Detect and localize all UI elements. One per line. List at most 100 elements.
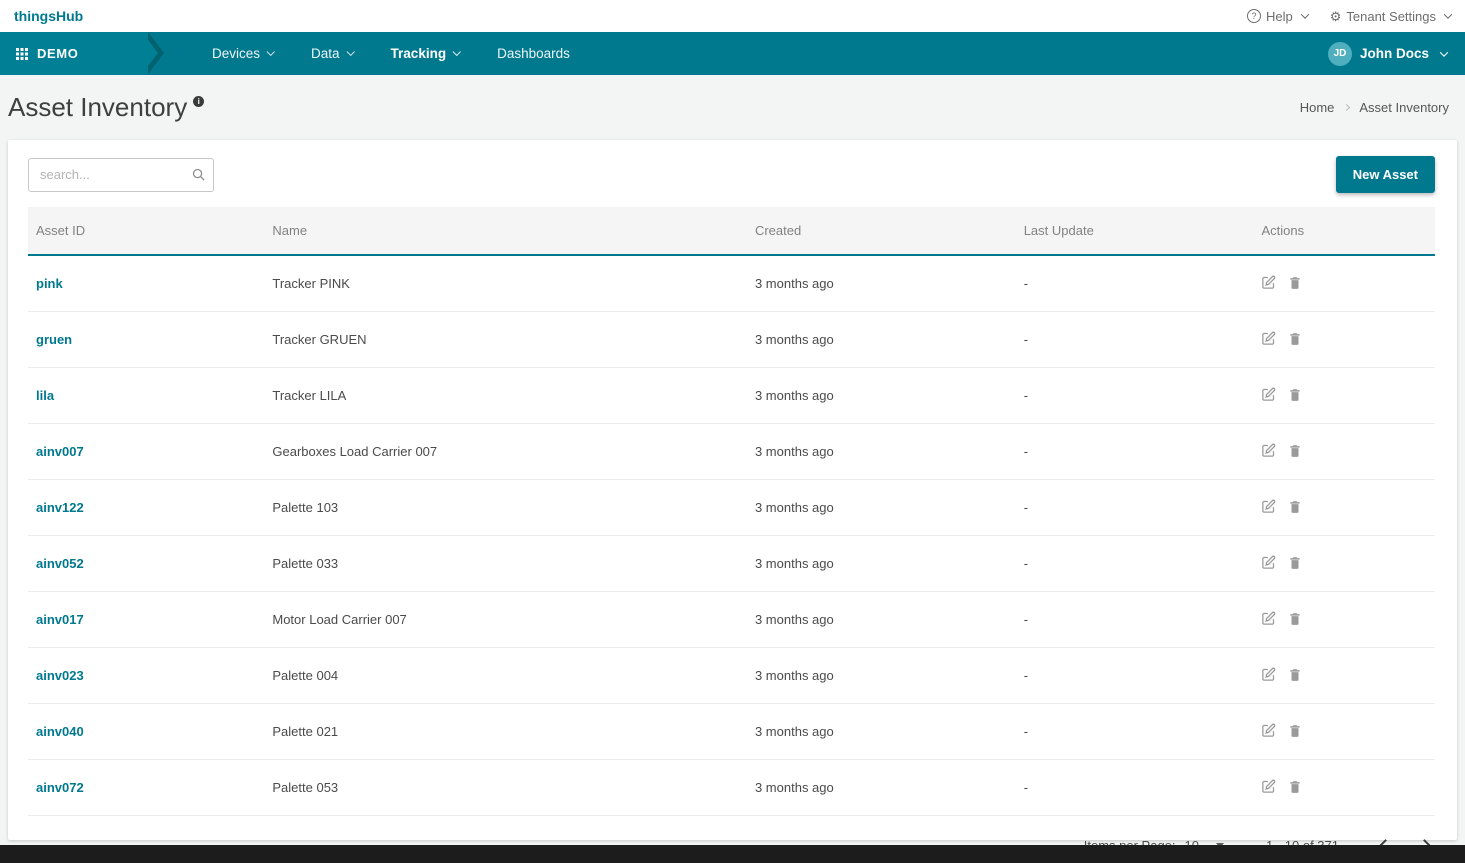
asset-table-wrap: Asset ID Name Created Last Update Action… (8, 207, 1457, 816)
created-cell: 3 months ago (747, 648, 1016, 704)
asset-id-link[interactable]: lila (36, 388, 54, 403)
search-input[interactable] (28, 158, 214, 192)
delete-icon[interactable] (1288, 499, 1302, 514)
nav-item-data[interactable]: Data (311, 46, 353, 61)
table-row: ainv007Gearboxes Load Carrier 0073 month… (28, 424, 1435, 480)
asset-id-link[interactable]: gruen (36, 332, 72, 347)
edit-icon[interactable] (1261, 443, 1276, 458)
breadcrumb-home[interactable]: Home (1300, 100, 1335, 115)
edit-icon[interactable] (1261, 387, 1276, 402)
asset-name-cell: Motor Load Carrier 007 (264, 592, 747, 648)
last-update-cell: - (1016, 480, 1254, 536)
asset-name-cell: Tracker LILA (264, 368, 747, 424)
last-update-cell: - (1016, 592, 1254, 648)
last-update-cell: - (1016, 424, 1254, 480)
asset-name-cell: Palette 021 (264, 704, 747, 760)
table-row: ainv023 Palette 0043 months ago- (28, 648, 1435, 704)
asset-name-cell: Tracker PINK (264, 255, 747, 312)
main-navbar: DEMO Devices Data Tracking Dashboards JD… (0, 32, 1465, 75)
nav-item-tracking[interactable]: Tracking (391, 46, 460, 61)
delete-icon[interactable] (1288, 275, 1302, 290)
edit-icon[interactable] (1261, 667, 1276, 682)
tenant-tab[interactable]: DEMO (0, 32, 148, 75)
asset-id-link[interactable]: ainv072 (36, 780, 84, 795)
asset-table: Asset ID Name Created Last Update Action… (28, 207, 1435, 816)
delete-icon[interactable] (1288, 331, 1302, 346)
last-update-cell: - (1016, 368, 1254, 424)
asset-id-link[interactable]: ainv052 (36, 556, 84, 571)
table-row: pinkTracker PINK3 months ago- (28, 255, 1435, 312)
new-asset-button[interactable]: New Asset (1336, 156, 1435, 193)
chevron-down-icon (453, 47, 461, 55)
help-label: Help (1266, 9, 1293, 24)
delete-icon[interactable] (1288, 555, 1302, 570)
chevron-down-icon (1444, 10, 1452, 18)
table-header-row: Asset ID Name Created Last Update Action… (28, 207, 1435, 255)
created-cell: 3 months ago (747, 255, 1016, 312)
edit-icon[interactable] (1261, 499, 1276, 514)
page-head: Asset Inventory i Home Asset Inventory (0, 75, 1465, 140)
delete-icon[interactable] (1288, 723, 1302, 738)
last-update-cell: - (1016, 760, 1254, 816)
table-row: ainv040 Palette 0213 months ago- (28, 704, 1435, 760)
chevron-down-icon (346, 47, 354, 55)
topbar-right: ? Help ⚙ Tenant Settings (1247, 9, 1451, 24)
asset-id-link[interactable]: pink (36, 276, 63, 291)
help-menu[interactable]: ? Help (1247, 9, 1308, 24)
grid-icon (16, 48, 28, 60)
info-icon[interactable]: i (193, 96, 204, 107)
asset-id-link[interactable]: ainv017 (36, 612, 84, 627)
column-header-name: Name (264, 207, 747, 255)
edit-icon[interactable] (1261, 723, 1276, 738)
delete-icon[interactable] (1288, 443, 1302, 458)
asset-name-cell: Palette 033 (264, 536, 747, 592)
user-menu[interactable]: JD John Docs (1328, 32, 1465, 75)
avatar: JD (1328, 42, 1352, 66)
asset-id-link[interactable]: ainv023 (36, 668, 84, 683)
edit-icon[interactable] (1261, 275, 1276, 290)
help-icon: ? (1247, 9, 1261, 23)
nav-item-dashboards[interactable]: Dashboards (497, 46, 570, 61)
chevron-down-icon (266, 47, 274, 55)
column-header-actions: Actions (1253, 207, 1435, 255)
edit-icon[interactable] (1261, 331, 1276, 346)
created-cell: 3 months ago (747, 424, 1016, 480)
asset-name-cell: Palette 004 (264, 648, 747, 704)
delete-icon[interactable] (1288, 611, 1302, 626)
edit-icon[interactable] (1261, 611, 1276, 626)
delete-icon[interactable] (1288, 387, 1302, 402)
bottom-footer (0, 845, 1465, 863)
last-update-cell: - (1016, 648, 1254, 704)
edit-icon[interactable] (1261, 779, 1276, 794)
delete-icon[interactable] (1288, 779, 1302, 794)
tenant-tab-label: DEMO (37, 46, 78, 61)
created-cell: 3 months ago (747, 704, 1016, 760)
table-row: ainv017Motor Load Carrier 0073 months ag… (28, 592, 1435, 648)
asset-id-link[interactable]: ainv122 (36, 500, 84, 515)
table-row: gruenTracker GRUEN3 months ago- (28, 312, 1435, 368)
column-header-created: Created (747, 207, 1016, 255)
table-row: ainv122Palette 1033 months ago- (28, 480, 1435, 536)
nav-items: Devices Data Tracking Dashboards (212, 32, 570, 75)
created-cell: 3 months ago (747, 536, 1016, 592)
page-title-text: Asset Inventory (8, 92, 187, 123)
card-toolbar: New Asset (8, 140, 1457, 207)
chevron-down-icon (1300, 10, 1308, 18)
edit-icon[interactable] (1261, 555, 1276, 570)
created-cell: 3 months ago (747, 760, 1016, 816)
tenant-settings-label: Tenant Settings (1346, 9, 1436, 24)
search-icon (191, 167, 206, 187)
last-update-cell: - (1016, 704, 1254, 760)
breadcrumb-current: Asset Inventory (1359, 100, 1449, 115)
tenant-settings-menu[interactable]: ⚙ Tenant Settings (1330, 9, 1451, 24)
created-cell: 3 months ago (747, 312, 1016, 368)
user-name: John Docs (1360, 46, 1429, 61)
asset-id-link[interactable]: ainv007 (36, 444, 84, 459)
delete-icon[interactable] (1288, 667, 1302, 682)
page-title: Asset Inventory i (8, 92, 204, 123)
created-cell: 3 months ago (747, 480, 1016, 536)
asset-id-link[interactable]: ainv040 (36, 724, 84, 739)
search-box (28, 158, 214, 192)
asset-name-cell: Palette 053 (264, 760, 747, 816)
nav-item-devices[interactable]: Devices (212, 46, 273, 61)
